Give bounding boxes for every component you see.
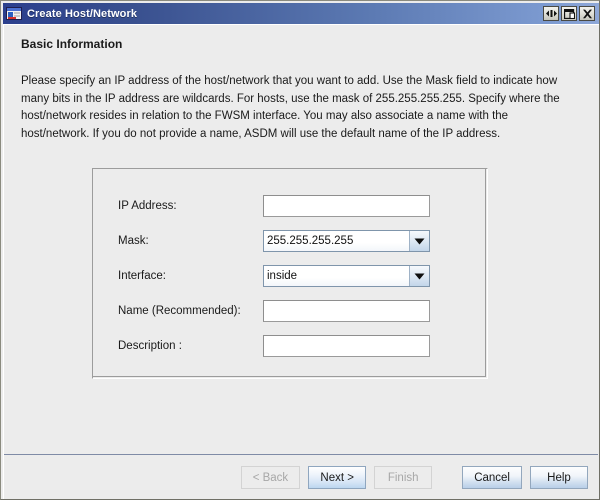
form-row-interface: Interface: inside — [93, 265, 487, 287]
field-slot-ip-address — [263, 195, 430, 217]
form-row-mask: Mask: 255.255.255.255 — [93, 230, 487, 252]
chevron-down-icon[interactable] — [410, 231, 429, 251]
back-button[interactable]: < Back — [240, 466, 301, 489]
label-mask: Mask: — [118, 235, 149, 247]
description-input[interactable] — [263, 335, 430, 357]
label-description: Description : — [118, 340, 182, 352]
maximize-button[interactable] — [561, 6, 577, 21]
form-row-ip-address: IP Address: — [93, 195, 487, 217]
dialog-window: Create Host/Network Basic Information Pl… — [0, 0, 600, 500]
minimize-button[interactable] — [543, 6, 559, 21]
field-slot-mask: 255.255.255.255 — [263, 230, 430, 252]
next-button[interactable]: Next > — [308, 466, 367, 489]
label-name: Name (Recommended): — [118, 305, 241, 317]
close-button[interactable] — [579, 6, 595, 21]
cancel-button[interactable]: Cancel — [462, 466, 522, 489]
host-network-icon — [6, 6, 22, 21]
finish-button[interactable]: Finish — [374, 466, 433, 489]
interface-combobox[interactable]: inside — [263, 265, 430, 287]
chevron-down-icon[interactable] — [410, 266, 429, 286]
window-title: Create Host/Network — [27, 7, 138, 20]
page-title: Basic Information — [21, 37, 123, 51]
label-ip-address: IP Address: — [118, 200, 177, 212]
help-button[interactable]: Help — [530, 466, 588, 489]
form-row-name: Name (Recommended): — [93, 300, 487, 322]
field-slot-name — [263, 300, 430, 322]
mask-combobox[interactable]: 255.255.255.255 — [263, 230, 430, 252]
button-bar: < Back Next > Finish Cancel Help — [4, 455, 598, 499]
field-slot-description — [263, 335, 430, 357]
name-input[interactable] — [263, 300, 430, 322]
basic-information-panel: IP Address: Mask: 255.255.255.255 Interf… — [92, 168, 488, 379]
label-interface: Interface: — [118, 270, 166, 282]
dialog-client-area: Basic Information Please specify an IP a… — [3, 24, 599, 499]
title-bar: Create Host/Network — [3, 3, 599, 24]
window-controls — [543, 6, 595, 21]
page-description: Please specify an IP address of the host… — [21, 75, 560, 140]
form-row-description: Description : — [93, 335, 487, 357]
mask-combobox-value: 255.255.255.255 — [264, 231, 410, 251]
interface-combobox-value: inside — [264, 266, 410, 286]
ip-address-input[interactable] — [263, 195, 430, 217]
field-slot-interface: inside — [263, 265, 430, 287]
